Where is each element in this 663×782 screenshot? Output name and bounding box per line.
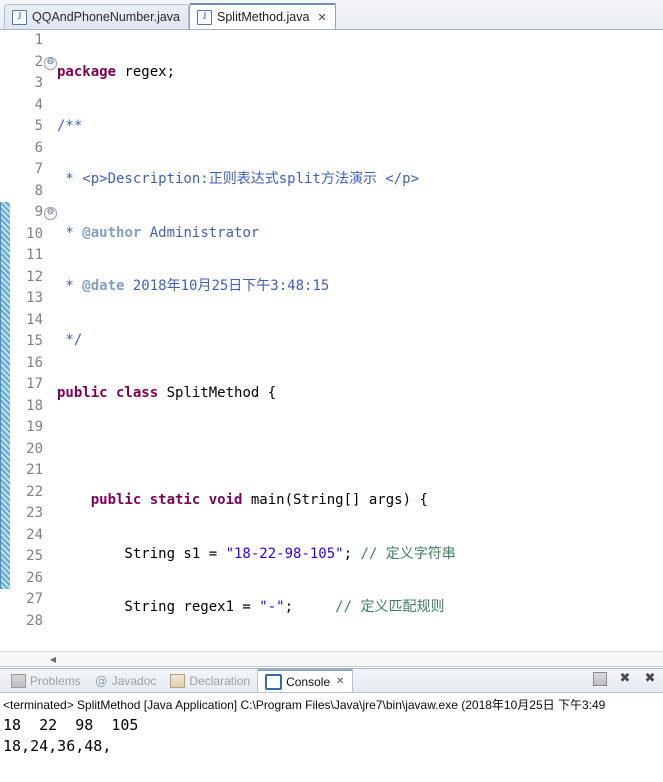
close-icon[interactable]: ✕ [336,676,344,687]
code-line-7: public class SplitMethod { [57,385,277,401]
line-number: 4 [34,96,43,113]
line-number: 16 [26,354,43,371]
tab-label: Javadoc [111,673,157,688]
java-file-icon: J [12,9,27,25]
code-line-10: String s1 = "18-22-98-105"; // 定义字符串 [57,545,456,562]
console-output-line-1: 18 22 98 105 [3,716,139,734]
tab-label: Console [286,674,331,689]
line-number: 12 [26,268,43,285]
console-icon [265,673,283,690]
line-number: 23 [26,505,43,521]
code-line-11: String regex1 = "-"; // 定义匹配规则 [57,599,445,615]
editor-tab-qqandphonenumber[interactable]: J QQAndPhoneNumber.java [4,4,190,29]
line-number: 10 [26,225,43,242]
line-number: 20 [26,440,43,457]
tab-declaration[interactable]: Declaration [163,670,257,692]
editor-tab-bar: J QQAndPhoneNumber.java J SplitMethod.ja… [0,0,663,30]
code-line-5: * @date 2018年10月25日下午3:48:15 [57,278,330,294]
remove-all-terminated-icon[interactable]: ✖ [643,672,657,686]
line-number: 24 [26,526,43,543]
line-number: 11 [26,247,43,263]
problems-icon [11,673,26,688]
code-line-2: /** [57,117,83,134]
line-number: 21 [26,462,43,478]
console-launch-status: <terminated> SplitMethod [Java Applicati… [3,698,606,712]
tab-problems[interactable]: Problems [4,670,88,692]
code-line-3: * <p>Description:正则表达式split方法演示 </p> [57,171,420,187]
terminate-icon[interactable]: ✖ [618,672,632,686]
editor-horizontal-scrollbar[interactable]: ◀ [0,651,663,667]
line-number: 2 ⊖ [0,52,57,74]
tab-label: Declaration [189,673,251,688]
tab-console[interactable]: Console ✕ [257,669,353,692]
declaration-icon [170,673,186,688]
console-toolbar: ✖ ✖ [593,672,657,686]
line-number: 28 [26,612,43,629]
code-editor[interactable]: 1 2 ⊖ 3 4 5 6 7 8 9 ⊖ 10 11 12 13 14 15 16 17 18 19 20 21 22 23 2… [0,30,663,665]
line-number: 13 [26,290,43,306]
line-number: 15 [26,333,43,349]
bottom-panel: Problems @ Javadoc Declaration Console ✕… [0,668,663,782]
line-number: 26 [26,569,43,586]
line-number: 17 [26,376,43,392]
code-line-4: * @author Administrator [57,224,260,241]
line-number: 8 [34,182,43,199]
console-output-line-2: 18,24,36,48, [3,737,112,755]
line-number: 9 ⊖ [0,202,57,224]
line-number: 14 [26,311,43,328]
line-number: 6 [34,139,43,156]
line-number: 18 [26,397,43,414]
tab-javadoc[interactable]: @ Javadoc [88,670,164,692]
code-line-9: public static void main(String[] args) { [90,492,428,508]
line-number: 19 [26,419,43,435]
line-number: 3 [34,75,43,91]
editor-tab-label: QQAndPhoneNumber.java [32,10,181,24]
line-number: 5 [34,118,43,134]
scroll-left-arrow-icon[interactable]: ◀ [46,655,60,664]
line-number-column: 1 2 ⊖ 3 4 5 6 7 8 9 ⊖ 10 11 12 13 14 15 16 17 18 19 20 21 22 23 2… [0,30,57,632]
javadoc-icon: @ [95,673,108,688]
line-number: 22 [26,483,43,500]
code-content[interactable]: package regex; /** * <p>Description:正则表达… [47,30,663,665]
editor-tab-splitmethod[interactable]: J SplitMethod.java ✕ [189,3,336,29]
editor-gutter[interactable]: 1 2 ⊖ 3 4 5 6 7 8 9 ⊖ 10 11 12 13 14 15 16 17 18 19 20 21 22 23 2… [0,30,57,665]
code-line-1: package regex; [57,64,176,80]
display-selected-console-icon[interactable] [593,672,607,686]
bottom-panel-tab-bar: Problems @ Javadoc Declaration Console ✕… [0,669,663,693]
line-number: 27 [26,591,43,607]
line-number: 7 [34,161,43,177]
scrollbar-track[interactable] [60,654,663,665]
editor-tab-label: SplitMethod.java [217,10,310,24]
line-number: 25 [26,548,43,564]
java-file-icon: J [197,9,213,25]
tab-label: Problems [30,673,81,688]
line-number: 1 [34,32,43,48]
code-line-6: */ [57,331,83,348]
close-icon[interactable]: ✕ [317,11,326,24]
